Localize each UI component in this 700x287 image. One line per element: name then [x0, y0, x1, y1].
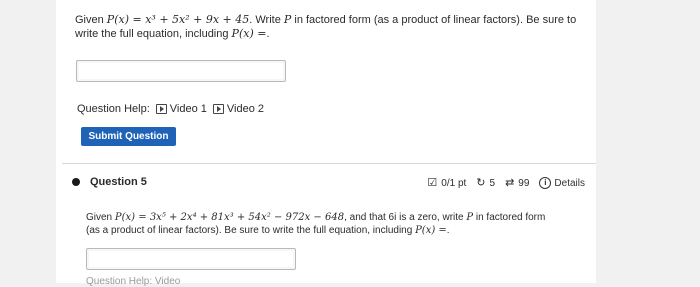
- prompt-text: in factored form: [473, 212, 546, 223]
- score-text: 0/1 pt: [441, 177, 467, 189]
- divider: [62, 163, 596, 164]
- prompt-text: Given: [86, 212, 115, 223]
- retries-count: 5: [489, 177, 496, 189]
- video-2-label: Video 2: [226, 103, 264, 115]
- prompt-text: (as a product of linear factors). Be sur…: [86, 225, 416, 236]
- video-icon: [155, 104, 167, 114]
- video-1-link[interactable]: Video 1: [155, 103, 207, 115]
- question-help-row-cut: Question Help: Video: [86, 276, 181, 287]
- math-func: P(x): [106, 13, 129, 26]
- video-2-link[interactable]: Video 2: [212, 103, 264, 115]
- prompt-text: write the full equation, including: [75, 28, 232, 40]
- prompt-text: in factored form (as a product of linear…: [291, 14, 577, 26]
- retry-icon: ↻: [476, 177, 486, 189]
- video-icon: [212, 104, 224, 114]
- prompt-text: , and that 6i is a zero, write: [344, 212, 467, 223]
- math-func: P(x) =: [415, 225, 447, 236]
- question-5-prompt: Given P(x) = 3x⁵ + 2x⁴ + 81x³ + 54x² − 9…: [86, 211, 591, 237]
- prompt-text: .: [446, 225, 450, 236]
- details-link[interactable]: i Details: [539, 177, 585, 189]
- submit-question-button[interactable]: Submit Question: [81, 127, 176, 146]
- prompt-text: . Write: [249, 14, 284, 26]
- math-equation: = x³ + 5x² + 9x + 45: [129, 13, 250, 26]
- prompt-text: Given: [75, 14, 107, 26]
- info-icon: i: [539, 177, 552, 189]
- video-1-label: Video 1: [169, 103, 207, 115]
- answer-input[interactable]: [86, 248, 296, 270]
- math-func: P(x) =: [231, 27, 267, 40]
- edit-score-icon: ☑: [427, 177, 438, 189]
- prompt-text: .: [266, 28, 270, 40]
- attempts-icon: ⇄: [505, 177, 515, 189]
- question-meta: ☑ 0/1 pt ↻ 5 ⇄ 99 i Details: [427, 177, 585, 189]
- question-status-dot: [72, 178, 80, 186]
- math-equation: = 3x⁵ + 2x⁴ + 81x³ + 54x² − 972x − 648: [135, 212, 345, 223]
- details-label: Details: [554, 177, 585, 189]
- question-5-title: Question 5: [90, 176, 147, 188]
- answer-input[interactable]: [76, 60, 286, 82]
- question-4-prompt: Given P(x) = x³ + 5x² + 9x + 45. Write P…: [75, 13, 590, 41]
- question-help-label: Question Help:: [77, 103, 150, 115]
- attempts-count: 99: [518, 177, 530, 189]
- math-func: P(x): [114, 212, 136, 223]
- question-help-row: Question Help: Video 1 Video 2: [77, 103, 264, 115]
